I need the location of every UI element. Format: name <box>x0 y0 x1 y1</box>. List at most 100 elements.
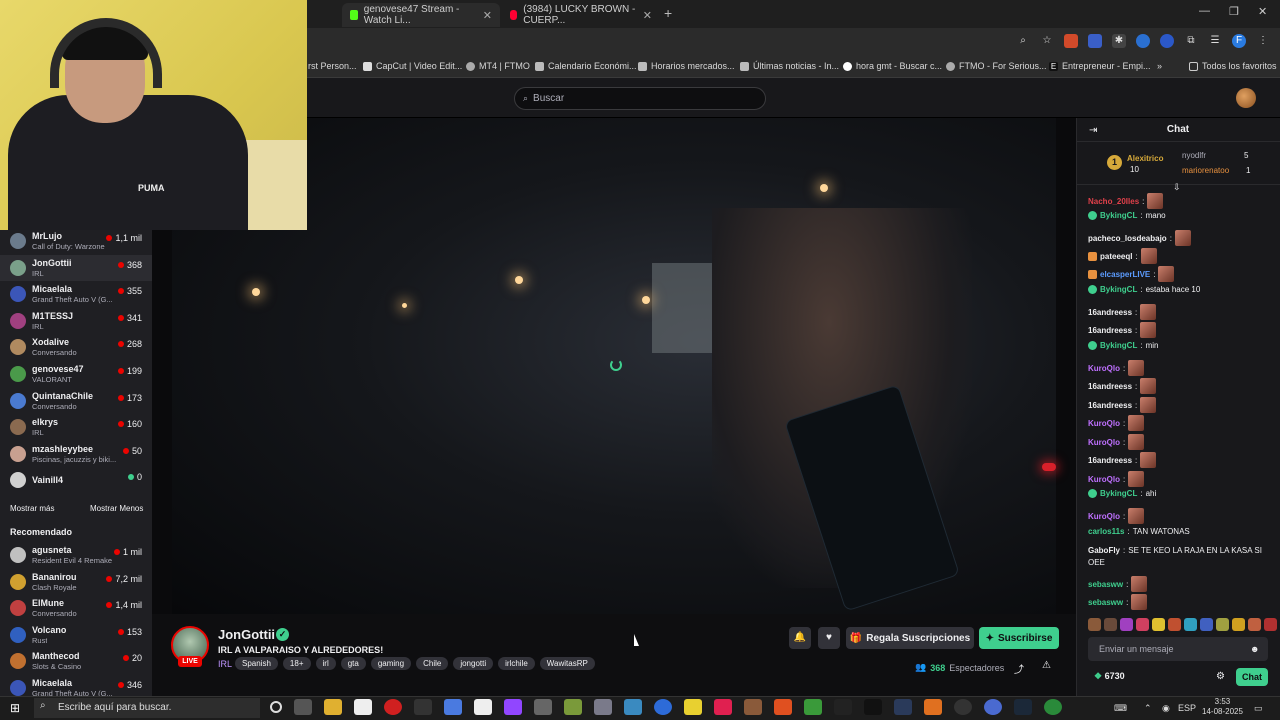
extension-icon[interactable]: ✱ <box>1112 34 1126 48</box>
puzzle-icon[interactable]: ⧉ <box>1184 34 1198 48</box>
chat-username[interactable]: BykingCL <box>1100 285 1137 294</box>
sidebar-channel-item[interactable]: Micaelala Grand Theft Auto V (G... 355 <box>0 281 152 307</box>
emote-icon[interactable] <box>1120 618 1133 631</box>
chat-username[interactable]: KuroQlo <box>1088 419 1120 428</box>
reading-list-icon[interactable]: ☰ <box>1208 34 1222 48</box>
subscribe-button[interactable]: ✦ Suscribirse <box>979 627 1059 649</box>
bookmark-item[interactable]: Últimas noticias - In... <box>740 61 839 71</box>
emote-icon[interactable] <box>1136 618 1149 631</box>
new-tab-button[interactable]: + <box>664 5 672 21</box>
stream-tag[interactable]: irlchile <box>498 657 535 670</box>
chat-username[interactable]: elcasperLIVE <box>1100 270 1150 279</box>
minecraft-icon[interactable] <box>804 699 822 715</box>
stream-tag[interactable]: 18+ <box>282 657 311 670</box>
sidebar-channel-item[interactable]: Volcano Rust 153 <box>0 622 152 648</box>
leader-second-name[interactable]: nyodlfr <box>1182 151 1206 160</box>
tiktok-icon[interactable] <box>864 699 882 715</box>
chat-send-button[interactable]: Chat <box>1236 668 1268 686</box>
bookmark-item[interactable]: hora gmt - Buscar c... <box>843 61 942 71</box>
sidebar-channel-item[interactable]: Manthecod Slots & Casino 20 <box>0 648 152 674</box>
sticky-notes-icon[interactable] <box>684 699 702 715</box>
emote-icon[interactable] <box>1200 618 1213 631</box>
stream-tag[interactable]: Spanish <box>235 657 278 670</box>
chat-username[interactable]: BykingCL <box>1100 489 1137 498</box>
stream-tag[interactable]: gaming <box>370 657 412 670</box>
sidebar-channel-item[interactable]: agusneta Resident Evil 4 Remake 1 mil <box>0 542 152 568</box>
emote-icon[interactable] <box>1104 618 1117 631</box>
file-icon[interactable] <box>354 699 372 715</box>
gear-icon[interactable]: ⚙ <box>1216 671 1225 682</box>
chrome-icon[interactable] <box>1044 699 1062 715</box>
emote-icon[interactable] <box>1232 618 1245 631</box>
extension-icon[interactable] <box>1064 34 1078 48</box>
search-input[interactable]: ⌕ Buscar <box>514 87 766 110</box>
settings-icon[interactable] <box>534 699 552 715</box>
app-icon[interactable] <box>714 699 732 715</box>
cortana-icon[interactable] <box>270 701 282 713</box>
chat-username[interactable]: 16andreess <box>1088 401 1132 410</box>
stream-tag[interactable]: Chile <box>416 657 449 670</box>
emote-icon[interactable] <box>1088 618 1101 631</box>
app-icon[interactable] <box>894 699 912 715</box>
emote-icon[interactable] <box>1168 618 1181 631</box>
tab-genovese47[interactable]: genovese47 Stream - Watch Li... ✕ <box>342 3 500 27</box>
show-less-link[interactable]: Mostrar Menos <box>90 504 143 513</box>
chat-username[interactable]: sebasww <box>1088 580 1123 589</box>
bookmark-item[interactable]: Horarios mercados... <box>638 61 735 71</box>
sidebar-channel-item[interactable]: Xodalive Conversando 268 <box>0 334 152 360</box>
user-avatar[interactable] <box>1236 88 1256 108</box>
notifications-icon[interactable]: ▭ <box>1254 703 1263 714</box>
sidebar-channel-item[interactable]: MrLujo Call of Duty: Warzone 1,1 mil <box>0 228 152 254</box>
zoom-icon[interactable]: ⌕ <box>1016 34 1030 48</box>
app-icon[interactable] <box>984 699 1002 715</box>
leader-third-name[interactable]: mariorenatoo <box>1182 166 1229 175</box>
chat-username[interactable]: GaboFly <box>1088 546 1120 555</box>
chat-username[interactable]: sebasww <box>1088 598 1123 607</box>
stream-tag[interactable]: gta <box>340 657 366 670</box>
task-view-icon[interactable] <box>294 699 312 715</box>
share-icon[interactable]: ⤴ <box>1014 661 1024 676</box>
chat-username[interactable]: 16andreess <box>1088 326 1132 335</box>
chat-username[interactable]: pateeeql <box>1100 252 1132 261</box>
keyboard-icon[interactable]: ⌨ <box>1114 703 1127 714</box>
sidebar-channel-item[interactable]: elkrys IRL 160 <box>0 414 152 440</box>
chat-username[interactable]: 16andreess <box>1088 308 1132 317</box>
chat-username[interactable]: carlos11s <box>1088 527 1124 536</box>
chat-username[interactable]: 16andreess <box>1088 456 1132 465</box>
sidebar-channel-item[interactable]: M1TESSJ IRL 341 <box>0 308 152 334</box>
chat-username[interactable]: pacheco_losdeabajo <box>1088 234 1167 243</box>
emoji-icon[interactable]: ☻ <box>1250 644 1259 654</box>
file-explorer-icon[interactable] <box>324 699 342 715</box>
profile-icon[interactable]: F <box>1232 34 1246 48</box>
language-indicator[interactable]: ESP <box>1178 703 1196 713</box>
sidebar-channel-item[interactable]: Vainill4 0 <box>0 467 152 493</box>
clock[interactable]: 3:53 14-08-2025 <box>1202 697 1243 717</box>
stream-tag[interactable]: jongotti <box>453 657 494 670</box>
obs-icon[interactable] <box>954 699 972 715</box>
chat-username[interactable]: KuroQlo <box>1088 438 1120 447</box>
sidebar-channel-item[interactable]: mzashleyybee Piscinas, jacuzzis y biki...… <box>0 441 152 467</box>
leader-first-name[interactable]: Alexitrico <box>1127 154 1163 163</box>
minimize-icon[interactable]: — <box>1199 5 1210 17</box>
close-window-icon[interactable]: ✕ <box>1258 5 1267 18</box>
network-icon[interactable]: ◉ <box>1162 703 1170 714</box>
bookmark-item[interactable]: rst Person... <box>308 61 357 71</box>
steam-icon[interactable] <box>1014 699 1032 715</box>
close-icon[interactable]: ✕ <box>483 9 492 22</box>
app-icon[interactable] <box>744 699 762 715</box>
app-icon[interactable] <box>924 699 942 715</box>
chat-username[interactable]: KuroQlo <box>1088 475 1120 484</box>
chat-username[interactable]: 16andreess <box>1088 382 1132 391</box>
emote-icon[interactable] <box>1264 618 1277 631</box>
follow-heart-button[interactable]: ♥ <box>818 627 840 649</box>
sidebar-channel-item[interactable]: QuintanaChile Conversando 173 <box>0 388 152 414</box>
windows-start-icon[interactable]: ⊞ <box>10 701 20 715</box>
extension-icon[interactable] <box>1160 34 1174 48</box>
file-icon[interactable] <box>474 699 492 715</box>
app-icon[interactable] <box>444 699 462 715</box>
chat-username[interactable]: BykingCL <box>1100 211 1137 220</box>
close-icon[interactable]: ✕ <box>643 9 652 22</box>
bookmark-item[interactable]: E Entrepreneur - Empi... <box>1049 61 1151 71</box>
translate-icon[interactable] <box>1088 34 1102 48</box>
sidebar-channel-item[interactable]: Bananirou Clash Royale 7,2 mil <box>0 569 152 595</box>
